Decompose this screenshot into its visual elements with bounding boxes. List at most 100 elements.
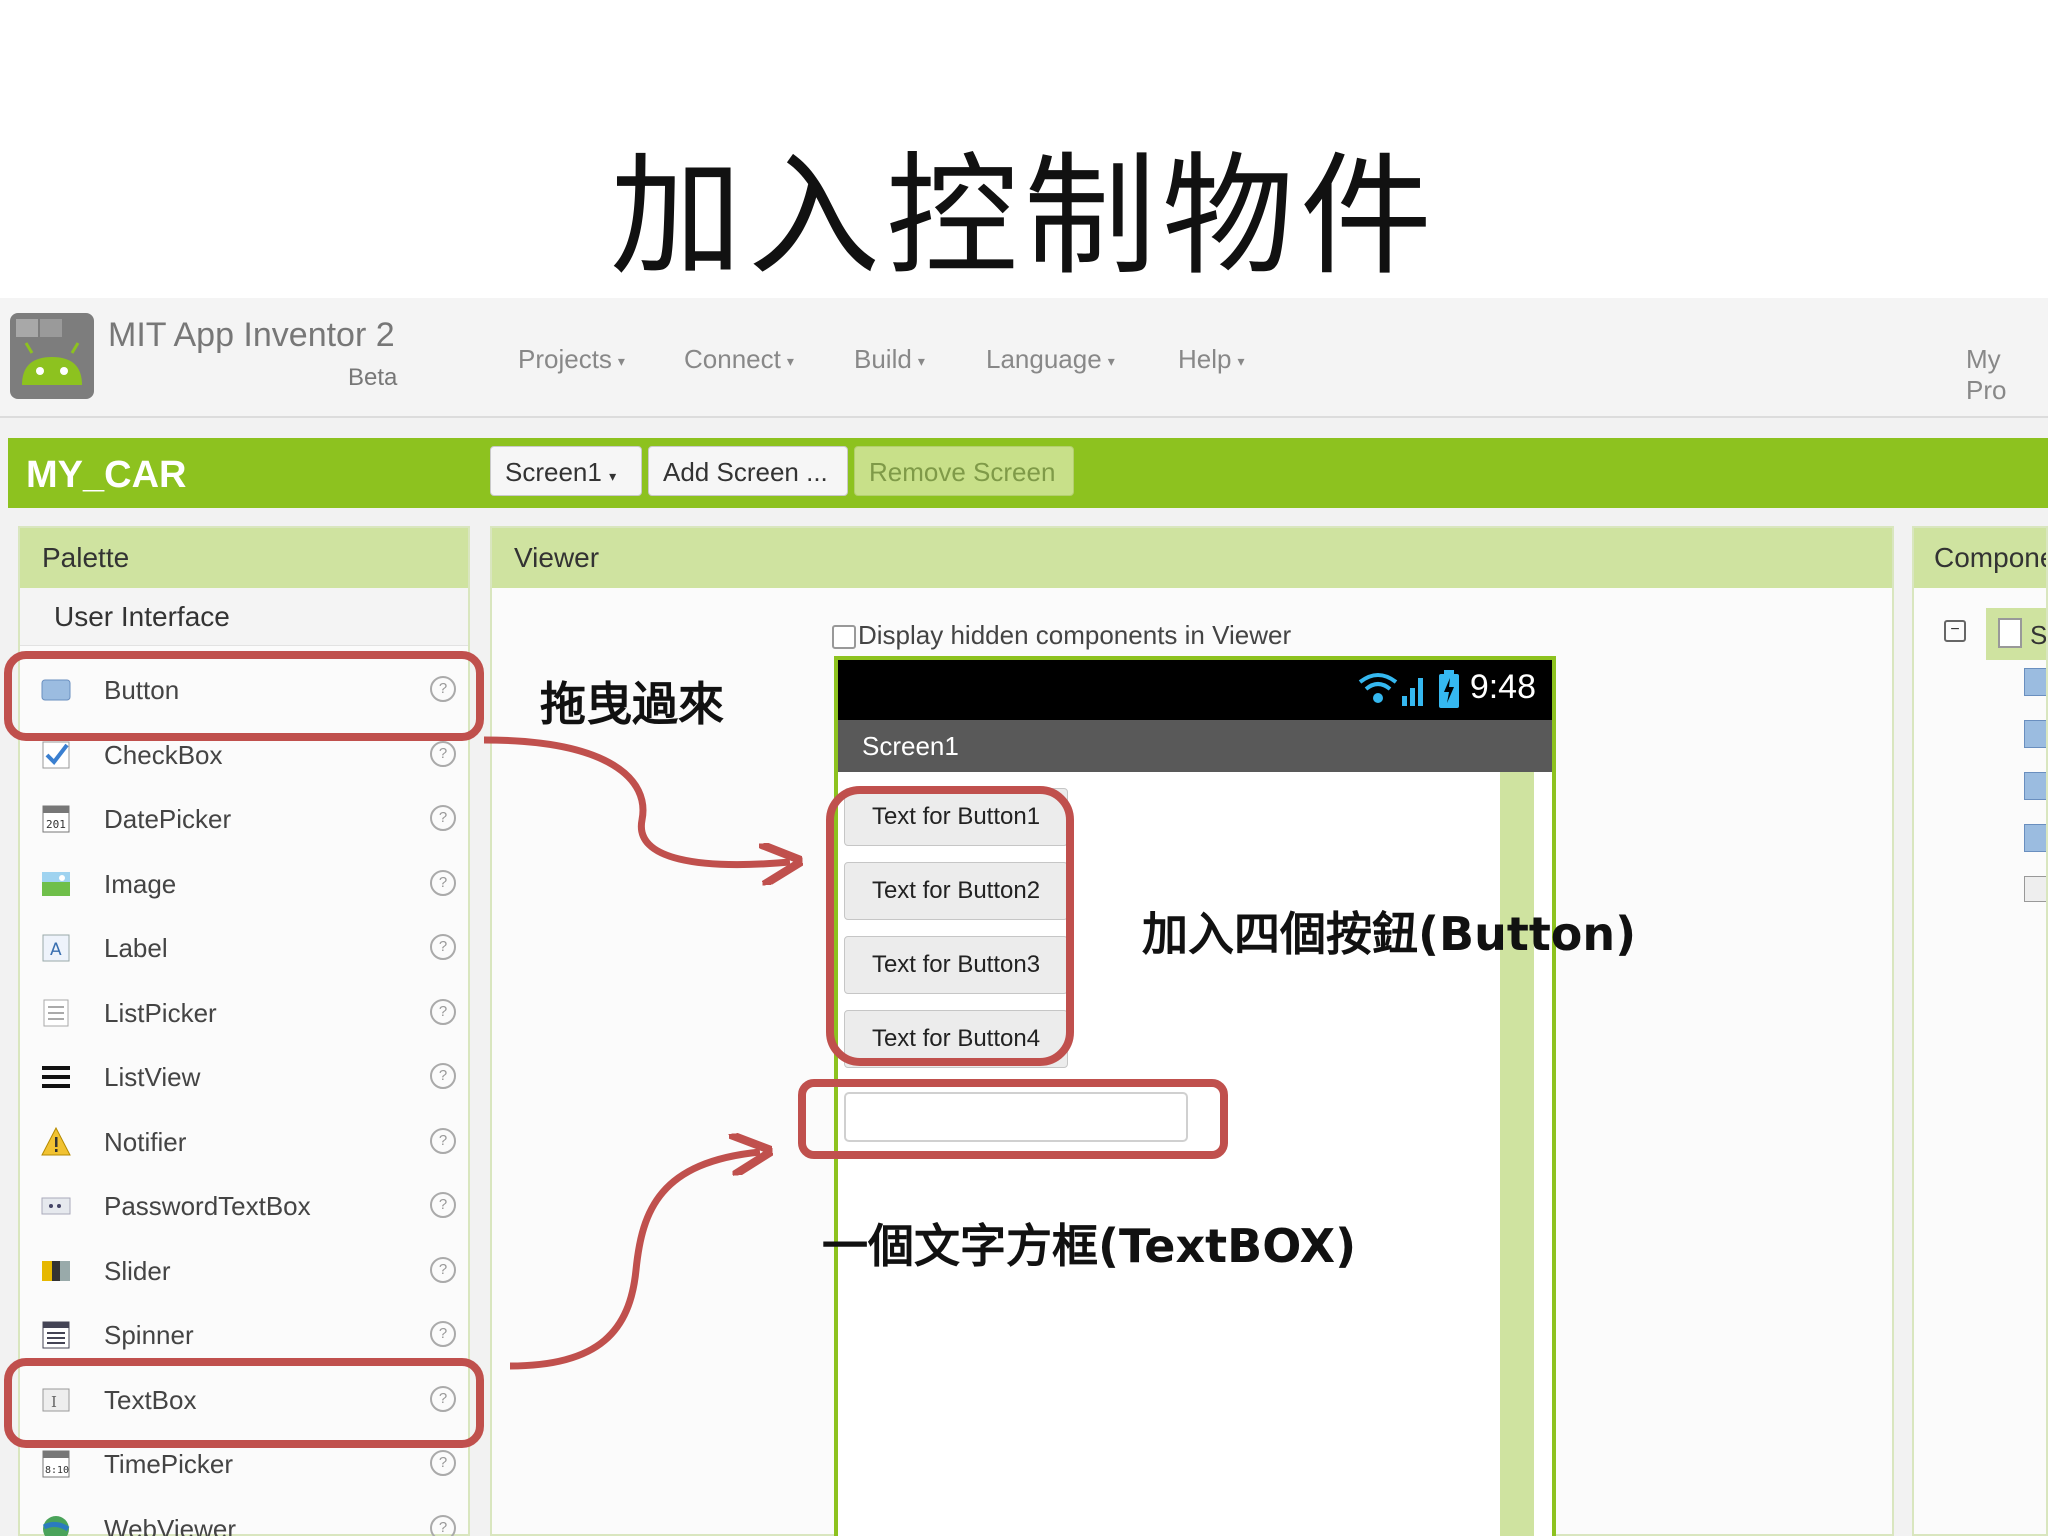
phone-preview: 9:48 Screen1 Text for Button1 Text for B… — [834, 656, 1556, 1536]
top-bar: MIT App Inventor 2 Beta Projects ▾ Connec… — [0, 298, 2048, 418]
palette-item-label: Label — [104, 933, 168, 963]
palette-item-spinner[interactable]: Spinner? — [20, 1303, 468, 1367]
menu-my-projects[interactable]: My Pro — [1966, 344, 2048, 406]
checkbox-icon — [42, 741, 70, 768]
palette-item-listpicker[interactable]: ListPicker? — [20, 981, 468, 1045]
help-icon[interactable]: ? — [430, 1192, 456, 1218]
textbox-icon: I — [42, 1388, 70, 1411]
checkbox-icon[interactable] — [832, 625, 856, 650]
slider-icon — [42, 1260, 70, 1281]
phone-button-2[interactable]: Text for Button2 — [844, 862, 1068, 920]
components-title: Compone — [1914, 528, 2046, 588]
help-icon[interactable]: ? — [430, 805, 456, 831]
palette-title: Palette — [20, 528, 468, 588]
help-icon[interactable]: ? — [430, 998, 456, 1025]
palette-item-label: Slider — [104, 1255, 171, 1286]
listview-icon — [42, 1066, 70, 1088]
viewer-title: Viewer — [492, 528, 1892, 588]
palette-category-user-interface[interactable]: User Interface — [20, 588, 468, 646]
help-icon[interactable]: ? — [430, 1321, 456, 1347]
palette-item-notifier[interactable]: Notifier? — [20, 1110, 468, 1174]
palette-item-textbox[interactable]: I TextBox? — [20, 1368, 468, 1432]
project-toolbar: MY_CAR Screen1 ▾ Add Screen ... Remove S… — [8, 438, 2048, 508]
menu-help[interactable]: Help ▾ — [1178, 344, 1245, 375]
palette-item-label: ListPicker — [104, 997, 217, 1028]
remove-screen-button[interactable]: Remove Screen — [854, 446, 1074, 496]
display-hidden-label: Display hidden components in Viewer — [858, 620, 1292, 650]
app-inventor-screenshot: MIT App Inventor 2 Beta Projects ▾ Connec… — [0, 298, 2048, 1536]
app-subtitle: Beta — [348, 364, 398, 391]
palette-item-label[interactable]: A Label? — [20, 916, 468, 980]
phone-status-bar: 9:48 — [838, 660, 1552, 720]
palette-item-label: Notifier — [104, 1126, 187, 1157]
notifier-icon — [41, 1126, 71, 1155]
phone-button-1[interactable]: Text for Button1 — [844, 788, 1068, 846]
button-icon — [41, 679, 71, 701]
menu-build[interactable]: Build ▾ — [854, 344, 925, 375]
collapse-icon[interactable]: − — [1944, 620, 1966, 642]
phone-textbox[interactable] — [844, 1092, 1188, 1142]
add-screen-button[interactable]: Add Screen ... — [648, 446, 848, 496]
button-icon — [2024, 668, 2046, 696]
webviewer-icon — [42, 1515, 70, 1536]
menu-language[interactable]: Language ▾ — [986, 344, 1115, 375]
annotation-textbox: 一個文字方框(TextBOX) — [822, 1219, 1357, 1273]
chevron-down-icon: ▾ — [1237, 352, 1245, 369]
textbox-icon — [2024, 876, 2046, 902]
phone-screen-title: Screen1 — [838, 720, 1552, 772]
palette-item-label: Spinner — [104, 1320, 194, 1350]
palette-item-label: Button — [104, 675, 180, 705]
palette-item-label: ListView — [104, 1062, 201, 1092]
phone-button-3[interactable]: Text for Button3 — [844, 936, 1068, 994]
menu-projects[interactable]: Projects ▾ — [518, 344, 625, 375]
palette-item-passwordtextbox[interactable]: PasswordTextBox? — [20, 1174, 468, 1238]
button-icon — [2024, 720, 2046, 748]
phone-clock: 9:48 — [1469, 668, 1536, 706]
palette-item-button[interactable]: Button? — [20, 658, 468, 722]
svg-text:8:10: 8:10 — [45, 1465, 69, 1476]
spinner-icon — [42, 1321, 70, 1349]
display-hidden-checkbox[interactable]: Display hidden components in Viewer — [832, 620, 1291, 651]
passwordtextbox-icon — [41, 1197, 71, 1215]
help-icon[interactable]: ? — [430, 1450, 456, 1476]
help-icon[interactable]: ? — [430, 869, 456, 896]
palette-item-webviewer[interactable]: WebViewer? — [20, 1497, 468, 1536]
palette-item-label: Image — [104, 868, 177, 899]
palette-item-listview[interactable]: ListView? — [20, 1045, 468, 1109]
project-name: MY_CAR — [26, 454, 187, 496]
help-icon[interactable]: ? — [430, 1256, 456, 1283]
palette-item-slider[interactable]: Slider? — [20, 1239, 468, 1303]
listpicker-icon — [43, 999, 69, 1026]
palette-panel: Palette User Interface Button? CheckBox? 2… — [18, 526, 470, 1536]
svg-text:I: I — [51, 1393, 57, 1411]
palette-item-label: TimePicker — [104, 1449, 234, 1479]
help-icon[interactable]: ? — [430, 934, 456, 960]
help-icon[interactable]: ? — [430, 1063, 456, 1089]
palette-item-label: WebViewer — [104, 1513, 236, 1536]
svg-text:A: A — [50, 940, 62, 960]
phone-button-4[interactable]: Text for Button4 — [844, 1010, 1068, 1068]
palette-item-checkbox[interactable]: CheckBox? — [20, 723, 468, 787]
timepicker-icon: 8:10 — [42, 1450, 70, 1478]
label-icon: A — [42, 934, 70, 962]
svg-text:201: 201 — [46, 818, 66, 831]
palette-item-label: DatePicker — [104, 804, 232, 834]
help-icon[interactable]: ? — [430, 1514, 456, 1536]
palette-item-label: PasswordTextBox — [104, 1191, 311, 1221]
screen-icon — [1998, 618, 2022, 648]
component-tree-screen1[interactable]: Sc — [1986, 608, 2046, 660]
wifi-signal-icon — [1358, 673, 1423, 706]
help-icon[interactable]: ? — [430, 1127, 456, 1154]
app-title: MIT App Inventor 2 — [108, 316, 395, 354]
help-icon[interactable]: ? — [430, 676, 456, 702]
palette-item-image[interactable]: Image? — [20, 852, 468, 916]
chevron-down-icon: ▾ — [917, 352, 925, 369]
screen-selector-button[interactable]: Screen1 ▾ — [490, 446, 642, 496]
palette-item-datepicker[interactable]: 201 DatePicker? — [20, 787, 468, 851]
help-icon[interactable]: ? — [430, 1385, 456, 1412]
chevron-down-icon: ▾ — [786, 352, 794, 369]
menu-connect[interactable]: Connect ▾ — [684, 344, 794, 375]
palette-item-timepicker[interactable]: 8:10 TimePicker? — [20, 1432, 468, 1496]
help-icon[interactable]: ? — [430, 740, 456, 767]
button-icon — [2024, 772, 2046, 800]
